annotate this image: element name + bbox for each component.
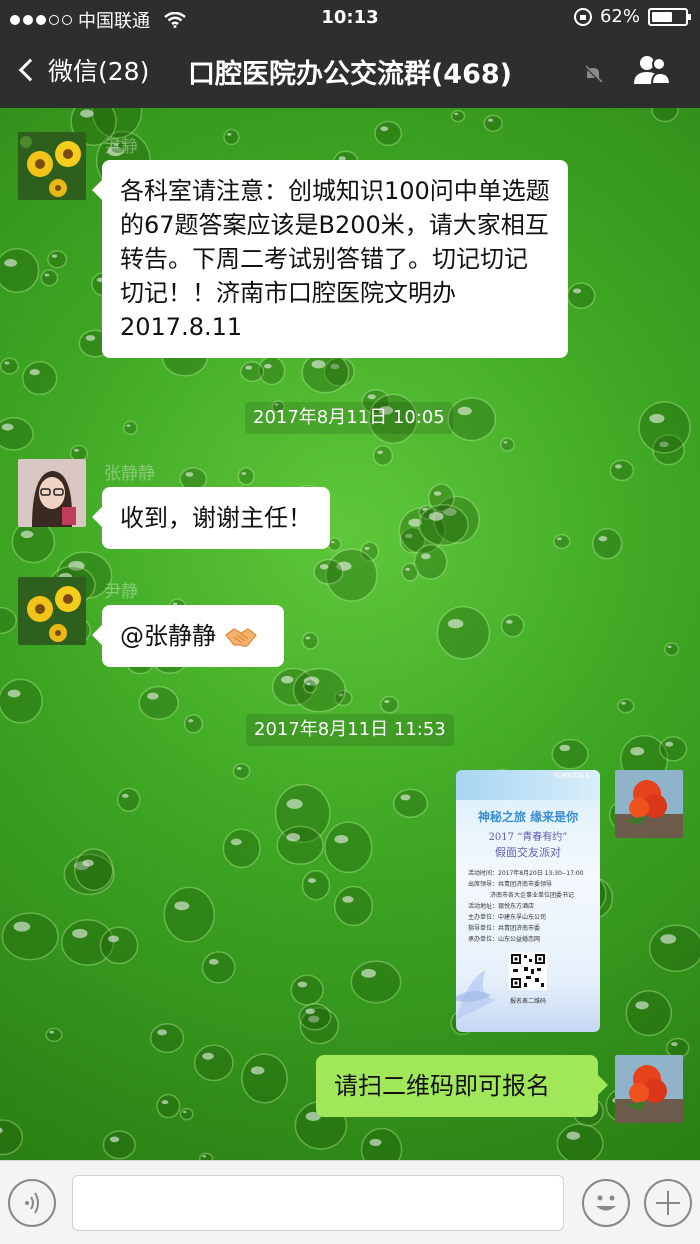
rotation-lock-icon xyxy=(573,7,592,26)
poster-tag: SURNTALK xyxy=(553,772,590,780)
timestamp: 2017年8月11日 10:05 xyxy=(245,402,453,434)
avatar-yinjing[interactable] xyxy=(18,132,86,200)
status-bar: 中国联通 10:13 62% xyxy=(0,0,700,36)
chat-area[interactable]: 尹静 各科室请注意：创城知识100问中单选题的67题答案应该是B200米，请大家… xyxy=(0,108,700,1160)
input-bar xyxy=(0,1160,700,1244)
message-bubble[interactable]: @张静静 xyxy=(92,605,284,667)
mention-text: @张静静 xyxy=(120,622,216,650)
poster-subtitle: 2017 “青春有约” xyxy=(488,832,568,843)
timestamp: 2017年8月11日 11:53 xyxy=(246,714,454,746)
poster-detail-line: 主办单位：中建东孚山东公司 xyxy=(468,914,547,921)
voice-icon xyxy=(25,1192,39,1214)
qr-caption: 报名表二维码 xyxy=(509,998,546,1005)
battery-percent: 62% xyxy=(599,6,640,27)
message-bubble[interactable]: 各科室请注意：创城知识100问中单选题的67题答案应该是B200米，请大家相互转… xyxy=(92,160,568,358)
poster-headline: 神秘之旅 缘来是你 xyxy=(477,810,579,824)
smiley-icon xyxy=(596,1195,616,1211)
poster-image[interactable]: SURNTALK 神秘之旅 缘来是你 2017 “青春有约” 假面交友派对 活动… xyxy=(456,770,600,1032)
handshake-emoji-icon xyxy=(225,628,257,648)
avatar-self[interactable] xyxy=(615,770,683,838)
group-members-icon[interactable] xyxy=(632,54,672,86)
message-bubble[interactable]: 请扫二维码即可报名 xyxy=(316,1055,608,1117)
poster-detail-line: 指导单位：共青团济南市委 xyxy=(468,925,541,932)
qr-code-icon[interactable] xyxy=(509,952,547,990)
avatar-zhangjingjing[interactable] xyxy=(18,459,86,527)
poster-flower-decoration xyxy=(456,970,496,1020)
poster-detail-line: 济南市各大企事业单位团委书记 xyxy=(490,892,575,899)
poster-detail-line: 活动时间：2017年8月20日 13:30--17:00 xyxy=(468,870,584,877)
nav-bar: 微信(28) 口腔医院办公交流群(468) xyxy=(0,36,700,108)
poster-details: 活动时间：2017年8月20日 13:30--17:00 出席领导：共青团济南市… xyxy=(468,868,596,945)
poster-detail-line: 活动地址：银悦东方酒店 xyxy=(468,903,535,910)
poster-event-name: 假面交友派对 xyxy=(495,846,561,859)
battery-icon xyxy=(648,7,691,26)
status-right: 62% xyxy=(573,6,691,27)
sender-name: 尹静 xyxy=(104,137,138,157)
sender-name: 尹静 xyxy=(104,582,138,602)
sender-name: 张静静 xyxy=(104,464,155,484)
message-input[interactable] xyxy=(72,1175,564,1231)
poster-detail-line: 出席领导：共青团济南市委领导 xyxy=(468,881,553,888)
more-options-button[interactable] xyxy=(644,1179,692,1227)
avatar-yinjing[interactable] xyxy=(18,577,86,645)
avatar-self[interactable] xyxy=(615,1055,683,1123)
emoji-button[interactable] xyxy=(582,1179,630,1227)
message-bubble[interactable]: 收到，谢谢主任！ xyxy=(92,487,330,549)
voice-input-button[interactable] xyxy=(8,1179,56,1227)
mute-icon xyxy=(584,65,603,83)
top-bar: 中国联通 10:13 62% 微信(28) 口腔医院办公交流群(468) xyxy=(0,0,700,108)
